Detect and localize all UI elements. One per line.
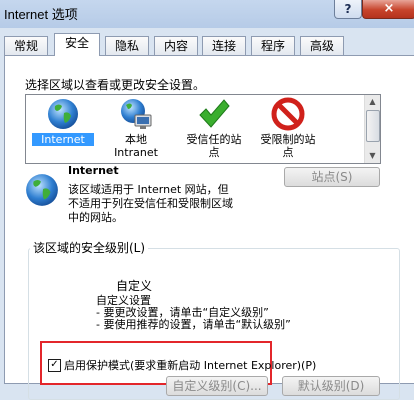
globe-icon [26,174,58,206]
title-bar: Internet 选项 ? × [0,0,414,28]
scroll-up-icon[interactable]: ▲ [365,95,380,109]
zone-trusted-sites[interactable]: 受信任的站 点 [178,97,250,161]
zone-restricted-sites-label: 受限制的站 [260,133,316,146]
tab-content[interactable]: 内容 [154,36,198,55]
tab-advanced[interactable]: 高级 [300,36,344,55]
zone-prompt: 选择区域以查看或更改安全设置。 [25,78,206,92]
tab-general[interactable]: 常规 [4,36,48,55]
zone-trusted-sites-label: 受信任的站 [186,133,242,146]
zone-internet[interactable]: Internet [32,97,94,161]
sites-button[interactable]: 站点(S) [284,167,380,187]
zone-list: Internet 本地 Intranet 受信任的站 点 受限制的站 点 ▲ ▼ [25,94,381,164]
zone-info-title: Internet [68,164,119,177]
custom-level-button[interactable]: 自定义级别(C)... [166,376,268,396]
checkmark-icon [199,99,230,128]
zone-local-intranet-label-2: Intranet [114,146,158,159]
close-button[interactable]: × [362,0,414,19]
tab-programs[interactable]: 程序 [251,36,295,55]
zone-restricted-sites-label-2: 点 [282,146,294,159]
zone-list-scrollbar[interactable]: ▲ ▼ [364,95,380,163]
window-title: Internet 选项 [4,7,78,22]
zone-info-desc-3: 中的网站。 [68,211,123,224]
tab-connections[interactable]: 连接 [202,36,246,55]
default-level-button[interactable]: 默认级别(D) [282,376,380,396]
security-level-label: 该区域的安全级别(L) [30,239,149,256]
help-button[interactable]: ? [334,0,362,19]
security-level-line-3: - 要使用推荐的设置，请单击“默认级别” [96,318,291,331]
no-entry-icon [271,97,305,131]
zone-internet-label: Internet [32,133,94,146]
local-intranet-icon [121,99,152,129]
zone-trusted-sites-label-2: 点 [208,146,220,159]
globe-icon [48,99,78,129]
zone-info-desc-1: 该区域适用于 Internet 网站，但 [68,183,229,196]
zone-local-intranet[interactable]: 本地 Intranet [104,97,168,161]
tab-privacy[interactable]: 隐私 [105,36,149,55]
scroll-down-icon[interactable]: ▼ [365,149,380,163]
scroll-thumb[interactable] [366,110,380,142]
protected-mode-label[interactable]: 启用保护模式(要求重新启动 Internet Explorer)(P) [64,357,316,373]
security-level-name: 自定义 [116,279,153,293]
zone-local-intranet-label: 本地 [125,133,147,146]
tab-security[interactable]: 安全 [54,33,100,56]
zone-restricted-sites[interactable]: 受限制的站 点 [252,97,324,161]
zone-info-desc-2: 不适用于列在受信任和受限制区域 [68,197,233,210]
protected-mode-checkbox[interactable]: ✓ [48,359,61,372]
